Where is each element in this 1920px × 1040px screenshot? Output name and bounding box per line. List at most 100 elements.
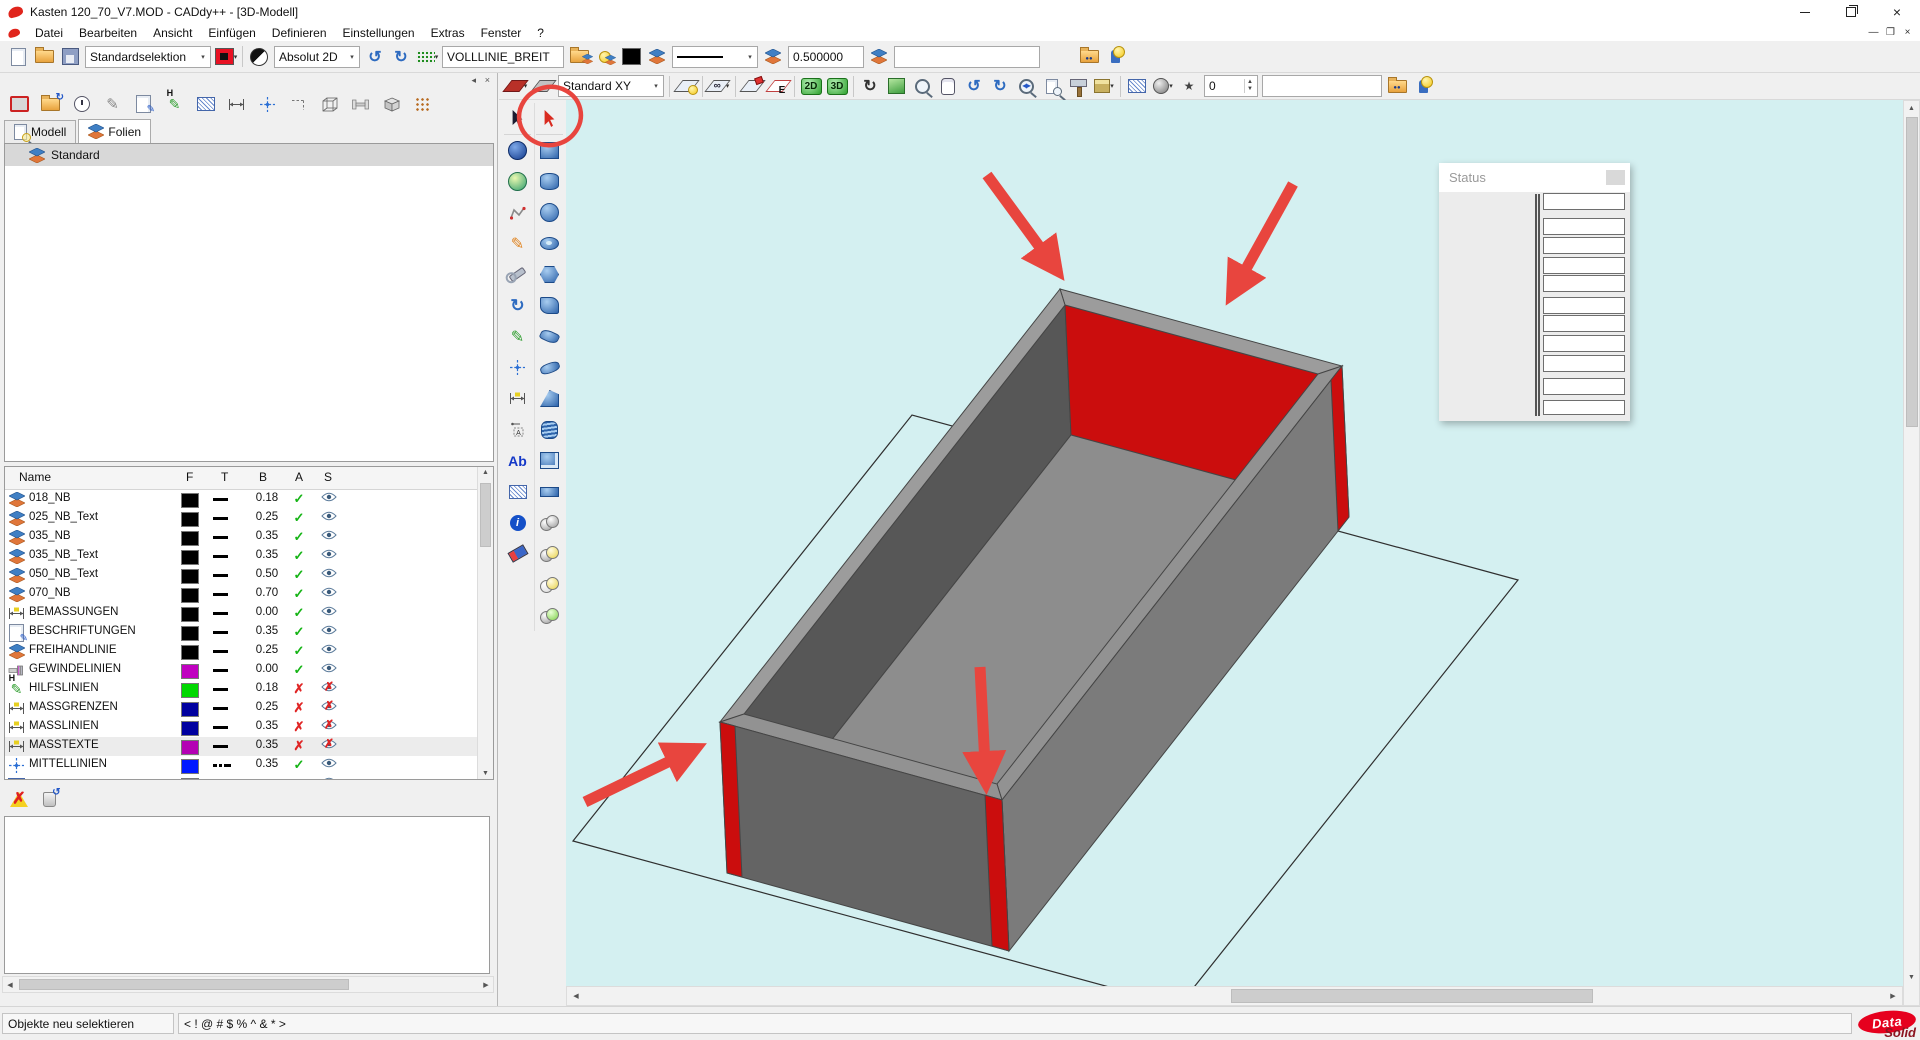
solid-spring-tool[interactable] bbox=[536, 414, 563, 445]
delete-filter-button[interactable]: ✗ bbox=[4, 785, 34, 813]
layer-assign-width-button[interactable] bbox=[866, 45, 892, 69]
view-cube-button[interactable] bbox=[883, 74, 909, 98]
table-row[interactable]: 018_NB0.18✓ bbox=[5, 490, 493, 509]
solid-cylinder-tool[interactable] bbox=[536, 166, 563, 197]
workplane-button[interactable]: ▾ bbox=[504, 74, 530, 98]
save-button[interactable] bbox=[57, 45, 83, 69]
plane-visibility-button[interactable] bbox=[673, 74, 699, 98]
message-box[interactable] bbox=[4, 816, 490, 974]
shade-sphere-tool[interactable] bbox=[504, 135, 531, 166]
zoom-extents-button[interactable]: ◀▶ bbox=[1013, 74, 1039, 98]
draw-pencil-tool[interactable]: ✎ bbox=[504, 321, 531, 352]
viewport-vertical-scrollbar[interactable]: ▲ ▼ bbox=[1903, 100, 1920, 1006]
menu-item-ansicht[interactable]: Ansicht bbox=[145, 26, 200, 40]
layer-assign-style-button[interactable] bbox=[760, 45, 786, 69]
select-tool[interactable] bbox=[504, 103, 531, 135]
solid-slab-tool[interactable] bbox=[536, 476, 563, 507]
table-row[interactable]: FREIHANDLINIE0.25✓ bbox=[5, 642, 493, 661]
scroll-left-icon[interactable]: ◀ bbox=[5, 981, 15, 989]
solid-wedge-tool[interactable] bbox=[536, 383, 563, 414]
bool-intersect-tool[interactable] bbox=[536, 569, 563, 600]
menu-item-einfgen[interactable]: Einfügen bbox=[200, 26, 263, 40]
table-row[interactable]: H✎HILFSLINIEN0.18✗✗ bbox=[5, 680, 493, 699]
raster-tool[interactable] bbox=[407, 90, 438, 118]
linetype-name-field[interactable]: VOLLLINIE_BREIT bbox=[442, 46, 564, 68]
plane-orient-button[interactable]: ∞▾ bbox=[706, 74, 732, 98]
scroll-thumb[interactable] bbox=[1231, 989, 1593, 1003]
menu-item-[interactable]: ? bbox=[529, 26, 552, 40]
viewport-horizontal-scrollbar[interactable]: ◀ ▶ bbox=[566, 986, 1903, 1006]
scroll-up-icon[interactable]: ▲ bbox=[478, 469, 493, 476]
mdi-close-button[interactable]: × bbox=[1899, 27, 1916, 38]
import-folder-tool[interactable]: ↻ bbox=[35, 90, 66, 118]
solid-sweep-tool[interactable] bbox=[536, 321, 563, 352]
hatch-tool[interactable] bbox=[190, 90, 221, 118]
table-scrollbar[interactable]: ▲ ▼ bbox=[477, 467, 493, 779]
view-undo-button[interactable]: ↺ bbox=[961, 74, 987, 98]
scroll-thumb[interactable] bbox=[480, 483, 491, 547]
tree-item-standard[interactable]: Standard bbox=[5, 144, 493, 166]
table-row[interactable]: MITTELLINIEN0.35✓ bbox=[5, 756, 493, 775]
rotate-tool[interactable]: ↻ bbox=[504, 290, 531, 321]
connector-tool[interactable] bbox=[345, 90, 376, 118]
table-row[interactable]: 035_NB_Text0.35✓ bbox=[5, 547, 493, 566]
solid-torus-tool[interactable] bbox=[536, 228, 563, 259]
view-redo-button[interactable]: ↻ bbox=[987, 74, 1013, 98]
centerline-tool[interactable] bbox=[252, 90, 283, 118]
menu-item-bearbeiten[interactable]: Bearbeiten bbox=[71, 26, 145, 40]
table-row[interactable]: MASSLINIEN0.35✗✗ bbox=[5, 718, 493, 737]
attribute-field[interactable] bbox=[894, 46, 1040, 68]
scroll-right-icon[interactable]: ▶ bbox=[481, 981, 491, 989]
erase-tool[interactable] bbox=[504, 538, 531, 569]
table-row[interactable]: 070_NB0.70✓ bbox=[5, 585, 493, 604]
coordinate-mode-combo[interactable]: Absolut 2D▾ bbox=[274, 46, 360, 68]
workplane-gray-button[interactable] bbox=[530, 74, 556, 98]
workplane-combo[interactable]: Standard XY▾ bbox=[558, 75, 664, 97]
redo-button[interactable]: ↻ bbox=[388, 45, 414, 69]
column-header-t[interactable]: T bbox=[221, 470, 228, 484]
material-button[interactable]: ▾ bbox=[1150, 74, 1176, 98]
frame-tool[interactable] bbox=[4, 90, 35, 118]
status-panel-menu-button[interactable] bbox=[1606, 170, 1625, 185]
level-spinner[interactable]: 0▲▼ bbox=[1204, 75, 1258, 97]
orbit-button[interactable]: ↻ bbox=[857, 74, 883, 98]
column-header-name[interactable]: Name bbox=[19, 470, 51, 484]
dock-horizontal-scrollbar[interactable]: ◀ ▶ bbox=[2, 976, 494, 993]
tab-modell[interactable]: Modell bbox=[4, 120, 76, 143]
pen-color-button[interactable] bbox=[618, 45, 644, 69]
selection-mode-combo[interactable]: Standardselektion▾ bbox=[85, 46, 211, 68]
table-row[interactable]: MASSGRENZEN0.25✗✗ bbox=[5, 699, 493, 718]
tab-folien[interactable]: Folien bbox=[78, 119, 151, 143]
helper-pencil-tool[interactable]: H✎ bbox=[159, 90, 190, 118]
spin-up-icon[interactable]: ▲ bbox=[1247, 79, 1253, 86]
table-row[interactable]: ✎BESCHRIFTUNGEN0.35✓ bbox=[5, 623, 493, 642]
group-manager-button[interactable]: ●● bbox=[1076, 45, 1102, 69]
column-header-s[interactable]: S bbox=[324, 470, 332, 484]
line-width-field[interactable]: 0.500000 bbox=[788, 46, 864, 68]
layer-folder-button[interactable] bbox=[566, 45, 592, 69]
light-manager-button-2[interactable] bbox=[1410, 74, 1436, 98]
view-2d-button[interactable]: 2D bbox=[798, 74, 824, 98]
table-row[interactable]: GEWINDELINIEN0.00✓ bbox=[5, 661, 493, 680]
scroll-down-icon[interactable]: ▼ bbox=[478, 770, 493, 777]
scroll-thumb[interactable] bbox=[19, 979, 349, 990]
render-button[interactable] bbox=[1065, 74, 1091, 98]
solid-box-tool[interactable] bbox=[536, 135, 563, 166]
solid-loft-tool[interactable] bbox=[536, 290, 563, 321]
undo-button[interactable]: ↺ bbox=[362, 45, 388, 69]
menu-item-extras[interactable]: Extras bbox=[423, 26, 473, 40]
sketch-pencil-tool[interactable]: ✎ bbox=[504, 228, 531, 259]
line-style-combo[interactable]: ▾ bbox=[672, 46, 758, 68]
text-tool[interactable]: Ab bbox=[504, 445, 531, 476]
column-header-f[interactable]: F bbox=[186, 470, 193, 484]
bool-split-tool[interactable] bbox=[536, 600, 563, 631]
table-row[interactable]: 050_NB_Text0.50✓ bbox=[5, 566, 493, 585]
view-extra-field[interactable] bbox=[1262, 75, 1382, 97]
menu-item-fenster[interactable]: Fenster bbox=[473, 26, 530, 40]
dock-header[interactable]: ◂ × bbox=[0, 75, 498, 88]
restore-button[interactable] bbox=[1828, 0, 1874, 24]
plane-edit-button[interactable]: E bbox=[765, 74, 791, 98]
scroll-right-icon[interactable]: ▶ bbox=[1888, 992, 1898, 1000]
zoom-window-button[interactable] bbox=[1039, 74, 1065, 98]
pan-button[interactable] bbox=[935, 74, 961, 98]
